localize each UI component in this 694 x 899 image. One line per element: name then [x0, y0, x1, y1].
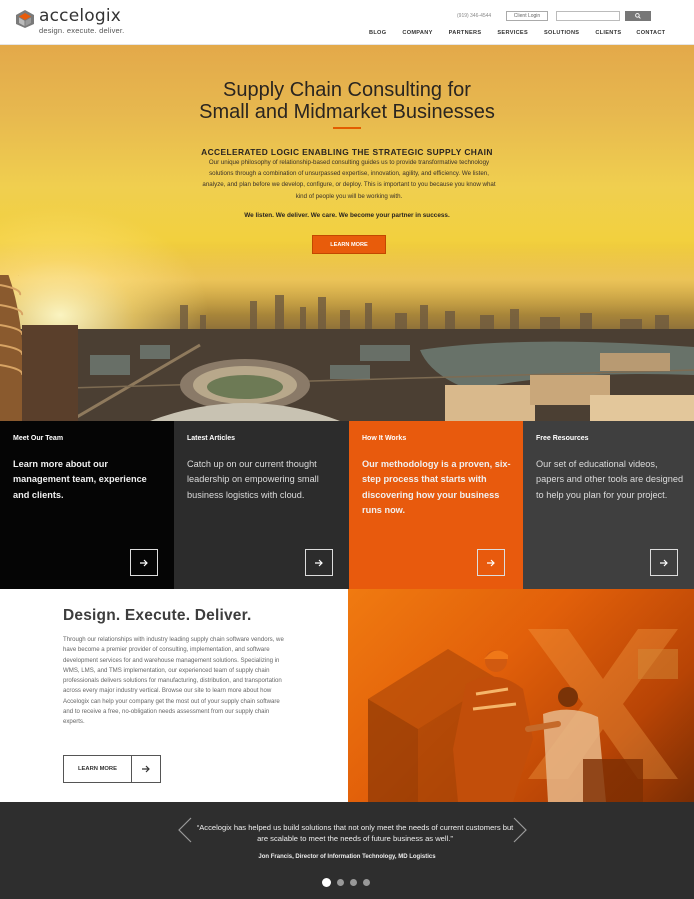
- carousel-dot[interactable]: [350, 879, 357, 886]
- design-arrow: [132, 756, 160, 782]
- tile-heading: Latest Articles: [187, 435, 235, 442]
- nav-clients[interactable]: CLIENTS: [595, 30, 621, 36]
- nav-services[interactable]: SERVICES: [497, 30, 528, 36]
- carousel-dot[interactable]: [363, 879, 370, 886]
- hero-banner: Supply Chain Consulting for Small and Mi…: [0, 45, 694, 421]
- phone-number[interactable]: (919) 346-4544: [457, 13, 491, 19]
- carousel-dot[interactable]: [322, 878, 331, 887]
- search-button[interactable]: [625, 11, 651, 21]
- tile-meet-our-team[interactable]: Meet Our Team Learn more about our manag…: [0, 421, 174, 589]
- nav-solutions[interactable]: SOLUTIONS: [544, 30, 579, 36]
- tile-how-it-works[interactable]: How It Works Our methodology is a proven…: [349, 421, 523, 589]
- tile-body: Our methodology is a proven, six-step pr…: [362, 459, 511, 516]
- carousel-dots: [322, 878, 370, 887]
- design-section: Design. Execute. Deliver. Through our re…: [0, 589, 348, 802]
- search-icon: [635, 13, 641, 19]
- arrow-right-icon: [660, 559, 668, 566]
- tile-free-resources[interactable]: Free Resources Our set of educational vi…: [523, 421, 694, 589]
- hero-tagline: We listen. We deliver. We care. We becom…: [244, 212, 450, 219]
- search-input[interactable]: [556, 11, 620, 21]
- city-skyline-image: [0, 275, 694, 421]
- client-login-button[interactable]: Client Login: [506, 11, 548, 21]
- tile-body: Learn more about our management team, ex…: [13, 459, 147, 500]
- hero-title: Supply Chain Consulting for Small and Mi…: [0, 79, 694, 123]
- tile-arrow-button[interactable]: [130, 549, 158, 576]
- tile-arrow-button[interactable]: [650, 549, 678, 576]
- logo-tagline: design. execute. deliver.: [39, 26, 125, 35]
- site-header: accelogix design. execute. deliver. (919…: [0, 0, 694, 45]
- arrow-right-icon: [315, 559, 323, 566]
- nav-blog[interactable]: BLOG: [369, 30, 386, 36]
- testimonial-author: Jon Francis, Director of Information Tec…: [258, 854, 436, 860]
- design-learn-more-label: LEARN MORE: [64, 756, 132, 782]
- arrow-right-icon: [142, 765, 150, 773]
- hero-divider: [333, 127, 361, 129]
- tile-latest-articles[interactable]: Latest Articles Catch up on our current …: [174, 421, 349, 589]
- design-title: Design. Execute. Deliver.: [63, 607, 252, 624]
- hero-description: Our unique philosophy of relationship-ba…: [202, 159, 496, 200]
- arrow-right-icon: [487, 559, 495, 566]
- arrow-right-icon: [140, 559, 148, 566]
- carousel-dot[interactable]: [337, 879, 344, 886]
- handshake-image: [368, 629, 678, 802]
- hero-title-line1: Supply Chain Consulting for: [223, 79, 471, 101]
- tile-heading: Free Resources: [536, 435, 589, 442]
- tile-heading: Meet Our Team: [13, 435, 64, 442]
- tile-arrow-button[interactable]: [305, 549, 333, 576]
- tile-body: Catch up on our current thought leadersh…: [187, 459, 319, 500]
- logo[interactable]: accelogix design. execute. deliver.: [15, 7, 124, 35]
- testimonial-section: “Accelogix has helped us build solutions…: [0, 802, 694, 899]
- tile-heading: How It Works: [362, 435, 407, 442]
- design-description: Through our relationships with industry …: [63, 636, 284, 726]
- nav-partners[interactable]: PARTNERS: [449, 30, 482, 36]
- chevron-left-icon[interactable]: [175, 816, 195, 844]
- main-nav: BLOG COMPANY PARTNERS SERVICES SOLUTIONS…: [369, 30, 665, 36]
- hero-learn-more-button[interactable]: LEARN MORE: [312, 235, 386, 254]
- hero-subtitle: ACCELERATED LOGIC ENABLING THE STRATEGIC…: [201, 147, 493, 157]
- logo-name: accelogix: [39, 6, 122, 26]
- tile-body: Our set of educational videos, papers an…: [536, 459, 684, 500]
- feature-tiles: Meet Our Team Learn more about our manag…: [0, 421, 694, 589]
- logo-icon: [16, 10, 34, 28]
- tile-arrow-button[interactable]: [477, 549, 505, 576]
- design-learn-more-button[interactable]: LEARN MORE: [63, 755, 161, 783]
- handshake-photo: [348, 589, 694, 802]
- testimonial-quote: “Accelogix has helped us build solutions…: [196, 823, 514, 843]
- chevron-right-icon[interactable]: [510, 816, 530, 844]
- hero-title-line2: Small and Midmarket Businesses: [199, 101, 495, 123]
- nav-contact[interactable]: CONTACT: [636, 30, 665, 36]
- nav-company[interactable]: COMPANY: [402, 30, 432, 36]
